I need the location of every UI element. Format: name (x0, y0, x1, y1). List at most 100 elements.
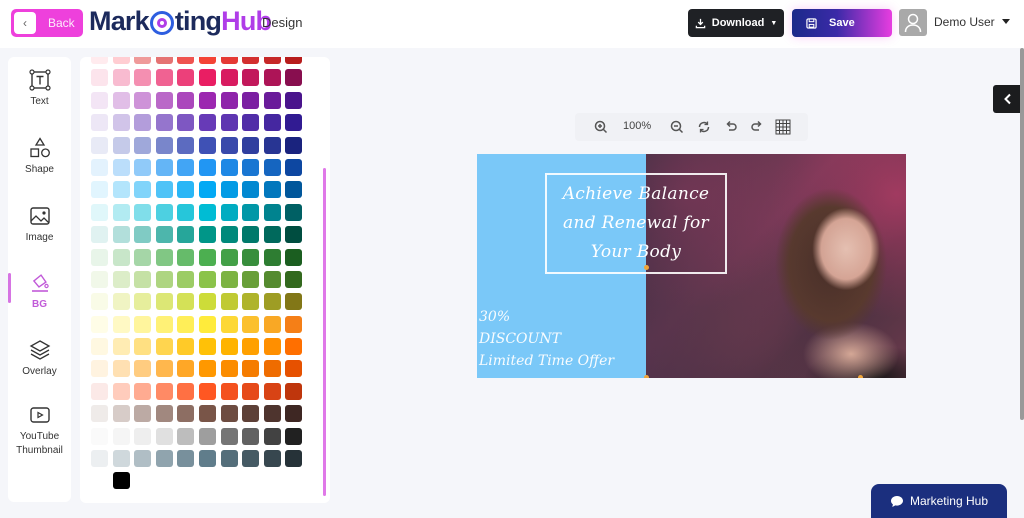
color-swatch[interactable] (177, 203, 195, 221)
color-swatch[interactable] (263, 450, 281, 468)
color-swatch[interactable] (220, 382, 238, 400)
color-swatch[interactable] (91, 472, 108, 490)
color-swatch[interactable] (155, 248, 173, 266)
color-swatch[interactable] (285, 57, 303, 64)
color-swatch[interactable] (198, 181, 216, 199)
color-swatch[interactable] (263, 203, 281, 221)
color-swatch[interactable] (155, 360, 173, 378)
color-swatch[interactable] (242, 181, 260, 199)
color-swatch[interactable] (177, 226, 195, 244)
color-swatch[interactable] (285, 226, 303, 244)
color-swatch[interactable] (91, 427, 108, 445)
color-swatch[interactable] (155, 226, 173, 244)
color-swatch[interactable] (134, 158, 152, 176)
sidebar-item-overlay[interactable]: Overlay (8, 339, 71, 379)
color-swatch[interactable] (155, 338, 173, 356)
color-swatch[interactable] (242, 136, 260, 154)
color-swatch[interactable] (263, 382, 281, 400)
color-swatch[interactable] (242, 226, 260, 244)
color-swatch[interactable] (263, 427, 281, 445)
color-swatch[interactable] (177, 270, 195, 288)
color-swatch[interactable] (198, 405, 216, 423)
color-swatch[interactable] (91, 293, 108, 311)
color-swatch[interactable] (220, 405, 238, 423)
color-swatch[interactable] (134, 248, 152, 266)
color-swatch[interactable] (134, 114, 152, 132)
color-swatch[interactable] (285, 136, 303, 154)
undo-icon[interactable] (723, 119, 739, 135)
color-swatch[interactable] (242, 405, 260, 423)
zoom-out-icon[interactable] (669, 119, 685, 135)
color-swatch[interactable] (198, 270, 216, 288)
color-swatch[interactable] (177, 360, 195, 378)
color-swatch[interactable] (112, 248, 130, 266)
color-swatch[interactable] (112, 181, 130, 199)
color-swatch[interactable] (134, 427, 152, 445)
color-swatch[interactable] (91, 69, 108, 87)
color-swatch[interactable] (285, 91, 303, 109)
save-button[interactable]: Save (792, 9, 892, 37)
grid-icon[interactable] (775, 119, 791, 135)
color-swatch[interactable] (198, 315, 216, 333)
color-swatch[interactable] (220, 136, 238, 154)
color-panel-scrollbar[interactable] (323, 168, 326, 496)
color-swatch[interactable] (263, 405, 281, 423)
color-swatch[interactable] (155, 57, 173, 64)
color-swatch[interactable] (91, 181, 108, 199)
color-swatch[interactable] (91, 405, 108, 423)
color-swatch[interactable] (112, 203, 130, 221)
headline-text[interactable]: Achieve Balance and Renewal for Your Bod… (563, 180, 710, 267)
color-swatch[interactable] (285, 203, 303, 221)
color-swatch[interactable] (91, 315, 108, 333)
color-swatch[interactable] (177, 158, 195, 176)
color-swatch[interactable] (134, 293, 152, 311)
sidebar-item-image[interactable]: Image (8, 205, 71, 245)
color-swatch[interactable] (285, 315, 303, 333)
color-swatch[interactable] (285, 360, 303, 378)
color-swatch[interactable] (198, 248, 216, 266)
color-swatch[interactable] (198, 360, 216, 378)
color-swatch[interactable] (112, 360, 130, 378)
color-swatch[interactable] (220, 360, 238, 378)
color-swatch[interactable] (198, 226, 216, 244)
color-swatch[interactable] (220, 315, 238, 333)
color-swatch[interactable] (91, 203, 108, 221)
color-swatch[interactable] (263, 136, 281, 154)
color-swatch[interactable] (91, 136, 108, 154)
color-swatch[interactable] (285, 69, 303, 87)
color-swatch[interactable] (177, 91, 195, 109)
color-swatch[interactable] (220, 338, 238, 356)
color-swatch[interactable] (91, 360, 108, 378)
resize-handle[interactable] (858, 375, 863, 378)
color-swatch[interactable] (112, 91, 130, 109)
color-swatch[interactable] (263, 270, 281, 288)
color-swatch[interactable] (242, 270, 260, 288)
color-swatch[interactable] (177, 69, 195, 87)
color-swatch[interactable] (134, 360, 152, 378)
color-swatch[interactable] (242, 203, 260, 221)
resize-handle[interactable] (644, 375, 649, 378)
color-swatch[interactable] (155, 203, 173, 221)
color-swatch[interactable] (263, 114, 281, 132)
color-swatch[interactable] (134, 203, 152, 221)
color-swatch[interactable] (198, 69, 216, 87)
color-swatch[interactable] (263, 315, 281, 333)
color-swatch[interactable] (263, 57, 281, 64)
color-swatch[interactable] (220, 181, 238, 199)
color-swatch[interactable] (242, 315, 260, 333)
color-swatch[interactable] (220, 57, 238, 64)
resize-handle[interactable] (644, 265, 649, 270)
color-swatch[interactable] (198, 293, 216, 311)
color-swatch[interactable] (242, 57, 260, 64)
color-swatch[interactable] (285, 158, 303, 176)
color-swatch[interactable] (91, 450, 108, 468)
color-swatch[interactable] (242, 114, 260, 132)
page-scrollbar[interactable] (1020, 48, 1024, 420)
color-swatch[interactable] (285, 382, 303, 400)
color-swatch[interactable] (155, 450, 173, 468)
color-swatch[interactable] (134, 91, 152, 109)
color-swatch[interactable] (134, 450, 152, 468)
color-swatch[interactable] (112, 315, 130, 333)
color-swatch[interactable] (134, 270, 152, 288)
color-swatch[interactable] (112, 293, 130, 311)
